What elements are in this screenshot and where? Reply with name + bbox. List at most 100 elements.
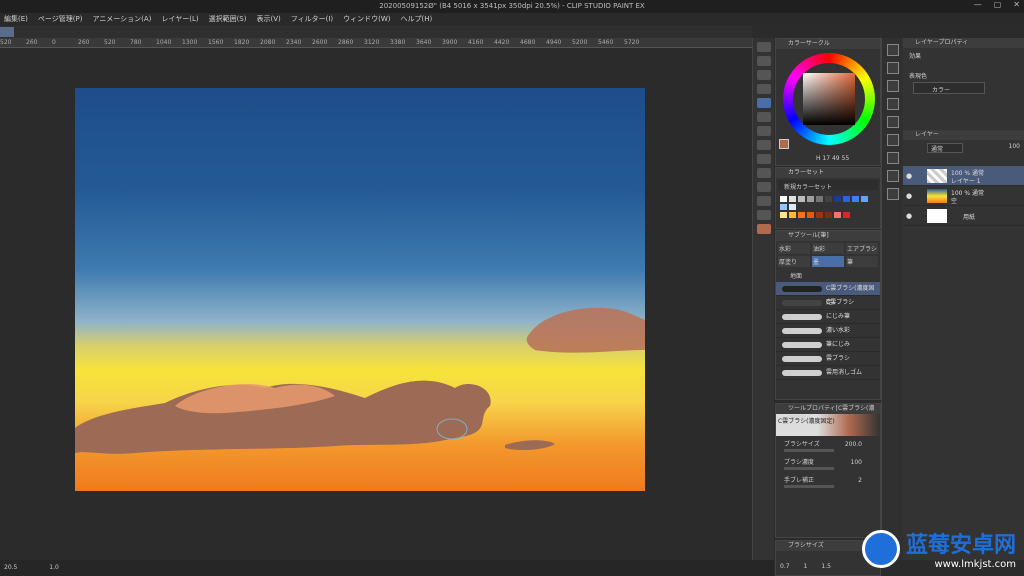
visibility-eye-icon[interactable]: ● [906,172,912,180]
ruler-tick: 1820 [234,39,250,46]
saturation-value-square[interactable] [803,73,855,125]
drawing-canvas[interactable] [75,88,645,491]
color-swatch[interactable] [807,196,814,202]
angle-value[interactable]: 1.0 [49,564,59,571]
brush-item[interactable]: 筆にじみ [776,338,880,352]
navigator-icon[interactable] [887,44,899,56]
tab-thick-paint[interactable]: 厚塗り [778,256,810,267]
close-icon[interactable]: ✕ [1013,0,1020,13]
stabilization-row[interactable]: 手ブレ補正 2 [776,472,880,490]
menu-window[interactable]: ウィンドウ(W) [343,13,390,26]
current-color-swatch[interactable] [779,139,789,149]
color-swatch[interactable] [789,204,796,210]
menu-edit[interactable]: 編集(E) [4,13,28,26]
sub-view-icon[interactable] [887,62,899,74]
color-swatch[interactable] [780,204,787,210]
shape-tool-icon[interactable] [757,154,771,164]
color-swatch[interactable] [843,196,850,202]
property-value[interactable]: 200.0 [845,436,862,454]
color-swatch[interactable] [798,212,805,218]
color-swatch[interactable] [780,212,787,218]
brush-item[interactable]: C雲ブラシ [776,296,880,310]
material-icon[interactable] [887,170,899,182]
material-icon[interactable] [887,188,899,200]
color-swatch[interactable] [789,196,796,202]
color-swatch[interactable] [816,196,823,202]
eraser-tool-icon[interactable] [757,84,771,94]
display-color-select[interactable]: カラー [913,82,985,94]
layer-item[interactable]: ● 100 % 通常 レイヤー 1 [903,166,1024,186]
color-swatch-icon[interactable] [757,224,771,234]
minimize-icon[interactable]: — [974,0,982,13]
balloon-tool-icon[interactable] [757,210,771,220]
zoom-value[interactable]: 20.5 [4,564,17,571]
brush-size-slider[interactable] [784,449,834,452]
brush-item[interactable]: C雲ブラシ(濃度固定) [776,282,880,306]
document-tab[interactable] [0,27,14,37]
brush-density-row[interactable]: ブラシ濃度 100 [776,454,880,472]
color-swatch[interactable] [780,196,787,202]
color-swatch[interactable] [834,212,841,218]
color-swatch[interactable] [825,196,832,202]
menu-page[interactable]: ページ管理(P) [38,13,83,26]
airbrush-tool-icon[interactable] [757,112,771,122]
display-color-label: 表現色 [909,73,928,80]
fill-tool-icon[interactable] [757,126,771,136]
menu-layer[interactable]: レイヤー(L) [161,13,198,26]
brush-size-row[interactable]: ブラシサイズ 200.0 [776,436,880,454]
pencil-tool-icon[interactable] [757,70,771,80]
color-swatch[interactable] [834,196,841,202]
tab-oil[interactable]: 油彩 [812,243,844,254]
material-icon[interactable] [887,98,899,110]
brush-density-slider[interactable] [784,467,834,470]
text-tool-icon[interactable] [757,182,771,192]
tab-ink[interactable]: 墨 [812,256,844,267]
menu-selection[interactable]: 選択範囲(S) [209,13,247,26]
visibility-eye-icon[interactable]: ● [906,212,912,220]
menu-view[interactable]: 表示(V) [256,13,280,26]
category-label[interactable]: 地面 [776,269,880,282]
gradient-tool-icon[interactable] [757,140,771,150]
opacity-value[interactable]: 100 [1009,143,1020,150]
tab-watercolor[interactable]: 水彩 [778,243,810,254]
color-swatch[interactable] [843,212,850,218]
color-set-selector[interactable]: 新規カラーセット [778,180,878,191]
tab-airbrush[interactable]: エアブラシ [846,243,878,254]
menu-animation[interactable]: アニメーション(A) [92,13,151,26]
color-swatch[interactable] [852,196,859,202]
color-swatch[interactable] [861,196,868,202]
layer-item[interactable]: ● 用紙 [903,206,1024,226]
material-icon[interactable] [887,134,899,146]
brush-item[interactable]: 濃い水彩 [776,324,880,338]
visibility-eye-icon[interactable]: ● [906,192,912,200]
brush-item[interactable]: 雲用消しゴム [776,366,880,380]
ruler-tool-icon[interactable] [757,168,771,178]
material-icon[interactable] [887,116,899,128]
brush-item[interactable]: 雲ブラシ [776,352,880,366]
color-swatch[interactable] [807,212,814,218]
tab-brush[interactable]: 筆 [846,256,878,267]
property-value[interactable]: 100 [851,454,862,472]
menu-filter[interactable]: フィルター(I) [291,13,333,26]
brush-item[interactable]: にじみ筆 [776,310,880,324]
menu-help[interactable]: ヘルプ(H) [401,13,433,26]
color-swatch[interactable] [825,212,832,218]
move-tool-icon[interactable] [757,42,771,52]
stabilization-slider[interactable] [784,485,834,488]
color-swatch[interactable] [816,212,823,218]
eyedropper-tool-icon[interactable] [757,196,771,206]
pen-tool-icon[interactable] [757,56,771,66]
material-icon[interactable] [887,80,899,92]
layer-item[interactable]: ● 100 % 通常 空 [903,186,1024,206]
brush-size-preset[interactable]: 1.5 [821,563,831,570]
color-swatch[interactable] [798,196,805,202]
brush-size-preset[interactable]: 0.7 [780,563,790,570]
blend-mode-select[interactable]: 通常 [927,143,963,153]
property-value[interactable]: 2 [858,472,862,490]
material-icon[interactable] [887,152,899,164]
color-swatch[interactable] [789,212,796,218]
brush-size-preset[interactable]: 1 [804,563,808,570]
property-label: ブラシ濃度 [784,459,814,466]
maximize-icon[interactable]: ▢ [994,0,1002,13]
brush-tool-icon[interactable] [757,98,771,108]
